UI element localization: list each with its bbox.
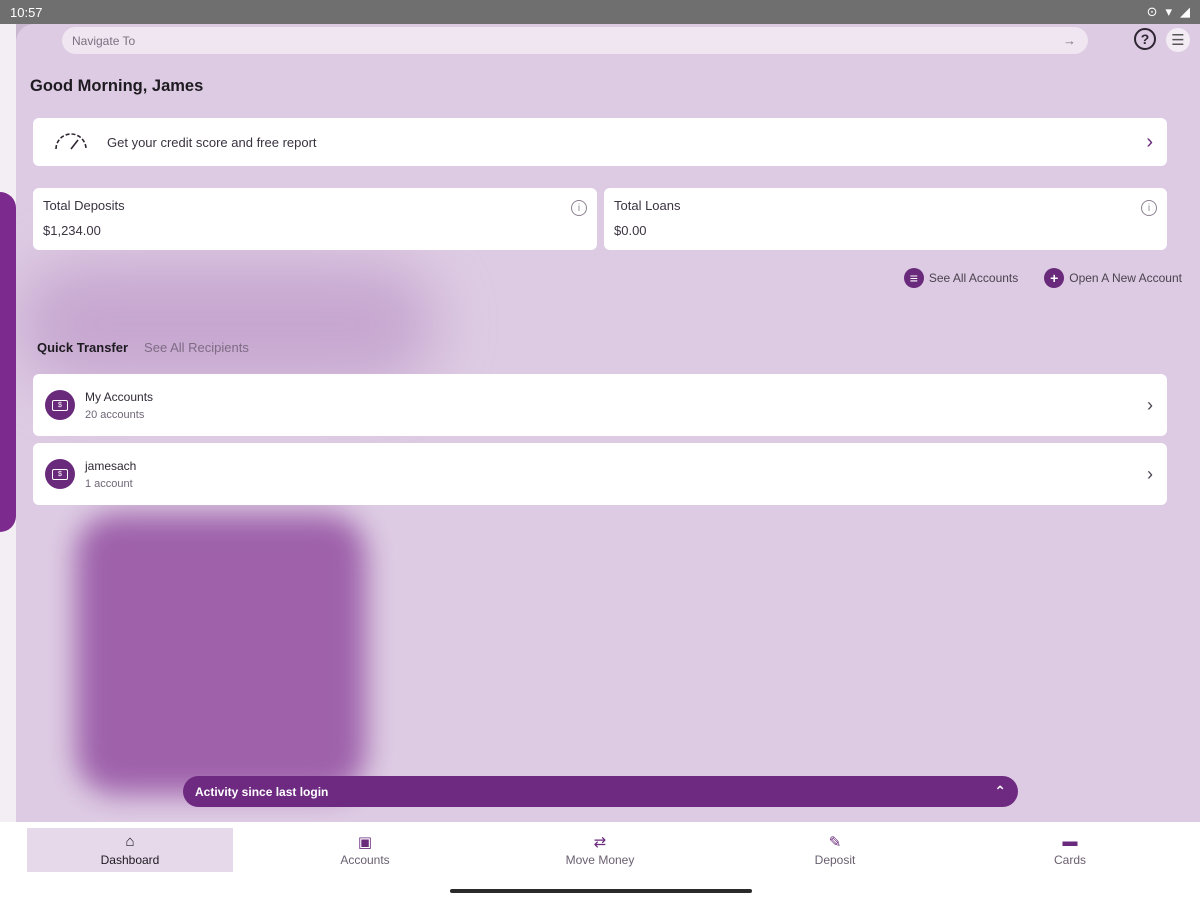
gauge-icon	[55, 133, 87, 150]
nav-label: Move Money	[565, 853, 635, 867]
credit-banner-label: Get your credit score and free report	[107, 134, 317, 150]
see-all-recipients-link[interactable]: See All Recipients	[144, 340, 249, 355]
help-icon[interactable]: ?	[1134, 28, 1156, 50]
status-bar: 10:57 ⊙ ▾ ◢	[0, 0, 1200, 24]
recipient-item[interactable]: $ jamesach 1 account ›	[33, 443, 1167, 505]
top-icons: ? ☰	[1134, 28, 1190, 52]
bank-icon: ≡	[903, 268, 924, 288]
stat-value: $0.00	[614, 223, 647, 238]
chevron-right-icon: ›	[1147, 463, 1153, 484]
nav-label: Dashboard	[100, 853, 160, 867]
card-icon: ▬	[1062, 833, 1078, 850]
stat-value: $1,234.00	[43, 223, 101, 238]
total-deposits-card[interactable]: Total Deposits $1,234.00 i	[33, 188, 597, 250]
app-window: Navigate To → ? ☰ Good Morning, James Ge…	[16, 24, 1200, 822]
recipient-item[interactable]: $ My Accounts 20 accounts ›	[33, 374, 1167, 436]
signal-icon: ◢	[1180, 4, 1190, 19]
home-icon: ⌂	[125, 833, 135, 850]
activity-since-last-login-bar[interactable]: Activity since last login ⌃	[183, 776, 1018, 807]
see-all-accounts-link[interactable]: ≡ See All Accounts	[903, 268, 1019, 288]
open-new-account-label: Open A New Account	[1069, 271, 1182, 285]
nav-dashboard[interactable]: ⌂ Dashboard	[27, 828, 233, 872]
stat-label: Total Loans	[614, 198, 681, 213]
greeting-title: Good Morning, James	[30, 77, 204, 95]
recipient-sub: 1 account	[85, 477, 133, 490]
chevron-right-icon: ›	[1147, 394, 1153, 415]
open-new-account-link[interactable]: + Open A New Account	[1044, 268, 1182, 288]
money-icon: ▣	[357, 834, 373, 851]
see-all-accounts-label: See All Accounts	[928, 271, 1019, 285]
home-indicator[interactable]	[450, 889, 752, 893]
arrow-right-icon[interactable]: →	[1063, 33, 1076, 48]
recipient-name: My Accounts	[85, 389, 154, 404]
status-time: 10:57	[10, 4, 43, 20]
navigate-search-bar[interactable]: Navigate To →	[62, 27, 1088, 54]
info-icon[interactable]: i	[1141, 200, 1157, 216]
decorative-blur	[16, 264, 436, 384]
quick-transfer-header: Quick Transfer See All Recipients	[37, 340, 249, 355]
bottom-navigation: ⌂ Dashboard ▣ Accounts ⇄ Move Money ✎ De…	[0, 822, 1200, 900]
account-links: ≡ See All Accounts + Open A New Account	[903, 268, 1182, 288]
chevron-up-icon[interactable]: ⌃	[994, 783, 1006, 800]
side-panel-tab[interactable]	[0, 192, 16, 532]
recipient-name: jamesach	[85, 458, 137, 473]
nav-cards[interactable]: ▬ Cards	[967, 828, 1173, 872]
credit-score-banner[interactable]: Get your credit score and free report ›	[33, 118, 1167, 166]
check-deposit-icon: ✎	[828, 834, 842, 851]
nav-label: Cards	[1053, 853, 1086, 867]
recipient-text: My Accounts 20 accounts	[85, 390, 153, 421]
recipient-text: jamesach 1 account	[85, 459, 136, 490]
plus-icon: +	[1044, 268, 1065, 288]
recipient-sub: 20 accounts	[85, 408, 145, 421]
quick-transfer-title: Quick Transfer	[37, 340, 129, 355]
activity-label: Activity since last login	[195, 784, 329, 799]
status-icons: ⊙ ▾ ◢	[1147, 4, 1190, 20]
nav-deposit[interactable]: ✎ Deposit	[732, 828, 938, 872]
location-icon: ⊙	[1146, 4, 1158, 19]
nav-move-money[interactable]: ⇄ Move Money	[497, 828, 703, 872]
chevron-right-icon: ›	[1146, 130, 1153, 153]
money-icon: $	[45, 390, 75, 420]
transfer-icon: ⇄	[593, 834, 607, 851]
stat-label: Total Deposits	[43, 198, 125, 213]
total-loans-card[interactable]: Total Loans $0.00 i	[604, 188, 1167, 250]
search-placeholder: Navigate To	[72, 33, 136, 48]
decorative-blur	[76, 514, 366, 794]
nav-label: Deposit	[814, 853, 856, 867]
menu-icon[interactable]: ☰	[1166, 28, 1190, 52]
info-icon[interactable]: i	[571, 200, 587, 216]
nav-accounts[interactable]: ▣ Accounts	[262, 828, 468, 872]
wifi-icon: ▾	[1165, 4, 1172, 19]
money-icon: $	[45, 459, 75, 489]
nav-label: Accounts	[340, 853, 390, 867]
